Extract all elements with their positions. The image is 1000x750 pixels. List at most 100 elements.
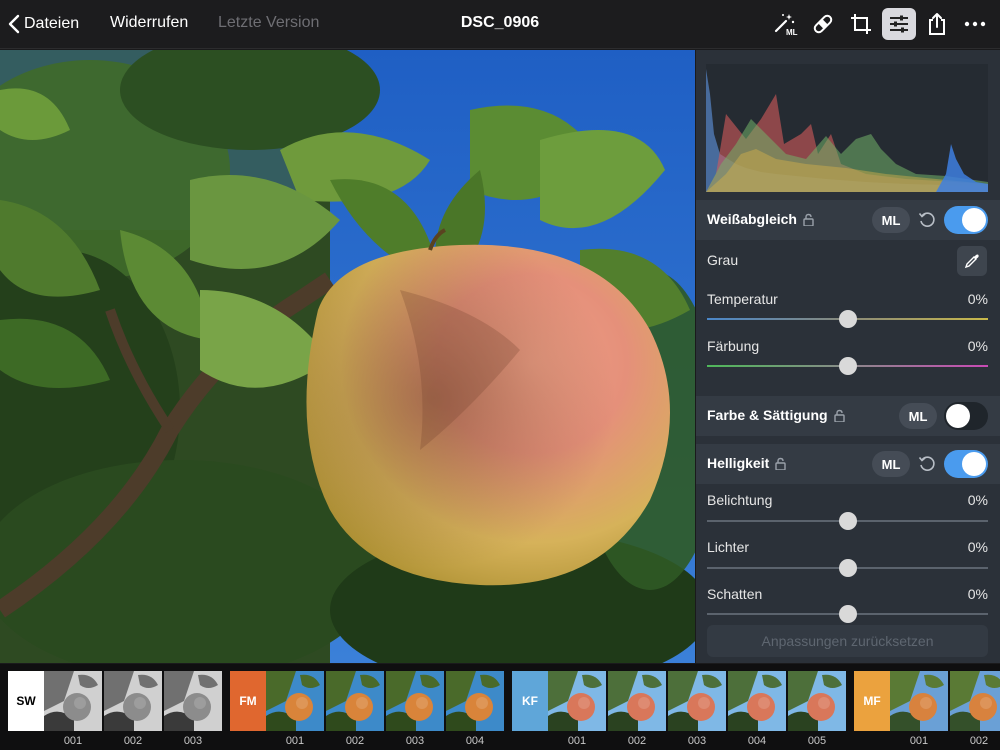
back-to-files-button[interactable]: Dateien — [8, 14, 79, 34]
preset-thumbnail[interactable] — [608, 671, 666, 731]
tint-slider[interactable] — [707, 357, 988, 375]
undo-button[interactable]: Widerrufen — [110, 14, 188, 32]
more-options-button[interactable] — [958, 8, 992, 40]
exposure-slider[interactable] — [707, 512, 988, 530]
preset-thumbnail[interactable] — [104, 671, 162, 731]
preset-thumbnail[interactable] — [788, 671, 846, 731]
highlights-value: 0% — [967, 539, 988, 555]
preset-thumbnail[interactable] — [890, 671, 948, 731]
reset-adjustments-button[interactable]: Anpassungen zurücksetzen — [707, 625, 988, 657]
preset-thumbnail-label: 004 — [465, 735, 485, 747]
preset-thumbnail-label: 002 — [123, 735, 143, 747]
magic-wand-ml-icon: ML — [774, 14, 798, 37]
temperature-label: Temperatur — [707, 291, 778, 307]
shadows-label: Schatten — [707, 586, 763, 602]
preset-filmstrip: SW 001 002 003 FM 001 002 003 004 KF 001 002 003 004 0… — [0, 664, 1000, 750]
preset-thumbnail-label: 003 — [183, 735, 203, 747]
preset-thumbnail-label: 001 — [567, 735, 587, 747]
preset-thumbnail-label: 004 — [747, 735, 767, 747]
temperature-value: 0% — [967, 291, 988, 307]
photo-canvas[interactable] — [0, 50, 695, 663]
preset-thumbnail[interactable] — [548, 671, 606, 731]
grey-label: Grau — [707, 252, 739, 268]
back-label: Dateien — [24, 15, 80, 32]
histogram — [706, 64, 988, 192]
exposure-value: 0% — [967, 492, 988, 508]
crop-icon — [851, 14, 871, 34]
brightness-title: Helligkeit — [707, 455, 786, 471]
lock-icon[interactable] — [803, 213, 814, 226]
color-saturation-title: Farbe & Sättigung — [707, 407, 845, 423]
preset-thumbnail-label: 002 — [627, 735, 647, 747]
tint-slider-thumb[interactable] — [838, 357, 857, 375]
preset-thumbnail[interactable] — [446, 671, 504, 731]
preset-thumbnail[interactable] — [44, 671, 102, 731]
top-toolbar: Dateien Widerrufen Letzte Version DSC_09… — [0, 0, 1000, 49]
temperature-slider[interactable] — [707, 310, 988, 328]
tint-value: 0% — [967, 338, 988, 354]
brightness-section-header: Helligkeit ML — [696, 444, 1000, 484]
white-balance-section-header: Weißabgleich ML — [696, 200, 1000, 240]
share-icon — [929, 13, 945, 35]
brightness-toggle[interactable] — [944, 450, 988, 478]
preset-thumbnail[interactable] — [950, 671, 1000, 731]
preset-thumbnail-label: 002 — [969, 735, 989, 747]
adjustments-panel: Weißabgleich ML Grau Temperatur 0% Färbu… — [696, 50, 1000, 663]
color-saturation-ml-button[interactable]: ML — [899, 403, 937, 429]
more-icon — [964, 21, 986, 27]
shadows-slider[interactable] — [707, 605, 988, 623]
lock-icon[interactable] — [775, 457, 786, 470]
lock-icon[interactable] — [833, 409, 845, 422]
reset-icon — [918, 456, 935, 471]
preset-thumbnail[interactable] — [326, 671, 384, 731]
preset-thumbnail[interactable] — [386, 671, 444, 731]
apple-photo — [0, 50, 695, 663]
preset-thumbnail-label: 003 — [687, 735, 707, 747]
preset-thumbnail[interactable] — [668, 671, 726, 731]
brightness-ml-button[interactable]: ML — [872, 451, 910, 477]
preset-thumbnail-label: 002 — [345, 735, 365, 747]
color-saturation-toggle[interactable] — [944, 402, 988, 430]
highlights-slider-thumb[interactable] — [838, 559, 857, 577]
white-balance-toggle[interactable] — [944, 206, 988, 234]
tint-label: Färbung — [707, 338, 760, 354]
last-version-button[interactable]: Letzte Version — [218, 14, 319, 32]
preset-group-tag[interactable]: SW — [8, 671, 44, 731]
preset-thumbnail-label: 001 — [63, 735, 83, 747]
chevron-left-icon — [8, 14, 20, 34]
exposure-slider-thumb[interactable] — [838, 512, 857, 530]
preset-group-tag[interactable]: FM — [230, 671, 266, 731]
preset-thumbnail-label: 003 — [405, 735, 425, 747]
crop-tool-button[interactable] — [844, 8, 878, 40]
highlights-slider[interactable] — [707, 559, 988, 577]
bandage-heal-icon — [813, 14, 833, 34]
shadows-slider-thumb[interactable] — [838, 605, 857, 623]
ml-auto-enhance-button[interactable]: ML — [768, 8, 802, 40]
heal-tool-button[interactable] — [806, 8, 840, 40]
reset-icon — [918, 212, 935, 227]
shadows-value: 0% — [967, 586, 988, 602]
white-balance-title: Weißabgleich — [707, 211, 814, 227]
preset-thumbnail-label: 005 — [807, 735, 827, 747]
brightness-label: Helligkeit — [707, 455, 770, 471]
brightness-reset-button[interactable] — [916, 453, 938, 475]
white-balance-reset-button[interactable] — [916, 209, 938, 231]
preset-strip: SW 001 002 003 FM 001 002 003 004 KF 001 002 003 004 0… — [0, 671, 1000, 750]
preset-thumbnail-label: 001 — [285, 735, 305, 747]
preset-thumbnail[interactable] — [164, 671, 222, 731]
temperature-slider-thumb[interactable] — [838, 310, 857, 328]
ml-badge: ML — [786, 28, 798, 37]
preset-thumbnail[interactable] — [728, 671, 786, 731]
preset-group-tag[interactable]: MF — [854, 671, 890, 731]
color-saturation-section-header: Farbe & Sättigung ML — [696, 396, 1000, 436]
preset-thumbnail-label: 001 — [909, 735, 929, 747]
share-button[interactable] — [920, 8, 954, 40]
color-saturation-label: Farbe & Sättigung — [707, 407, 828, 423]
grey-picker-button[interactable] — [957, 246, 987, 276]
preset-group-tag[interactable]: KF — [512, 671, 548, 731]
white-balance-ml-button[interactable]: ML — [872, 207, 910, 233]
highlights-label: Lichter — [707, 539, 750, 555]
adjustments-tool-button[interactable] — [882, 8, 916, 40]
eyedropper-icon — [964, 254, 979, 269]
preset-thumbnail[interactable] — [266, 671, 324, 731]
